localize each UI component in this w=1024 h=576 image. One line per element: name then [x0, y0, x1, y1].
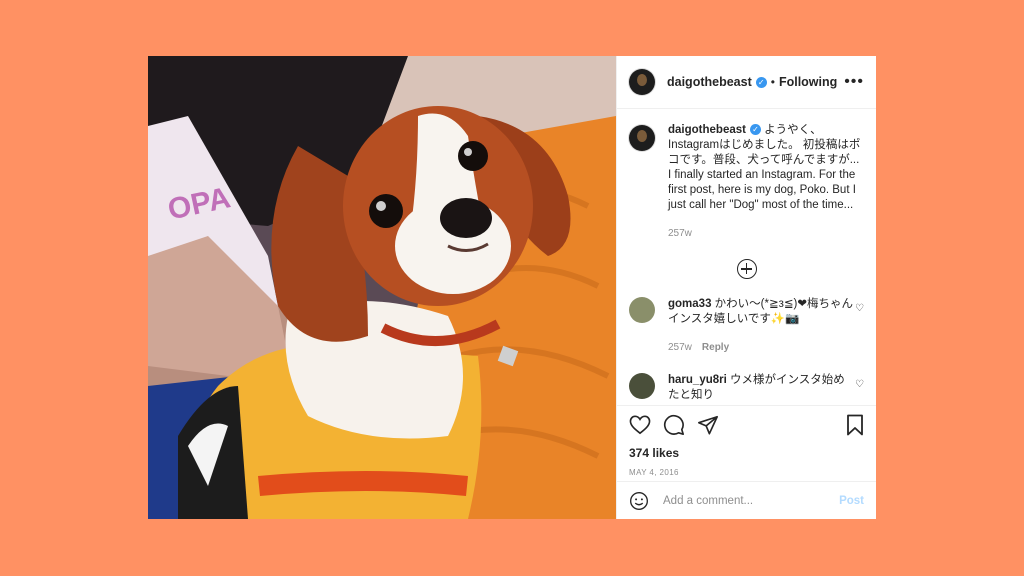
reply-button[interactable]: Reply [702, 342, 729, 353]
emoji-smiley-icon[interactable] [629, 491, 649, 511]
likes-count[interactable]: 374 likes [629, 446, 864, 460]
post-photo[interactable]: OPA [148, 56, 616, 519]
author-avatar[interactable] [629, 69, 655, 95]
caption-username[interactable]: daigothebeast [668, 124, 746, 136]
commenter-avatar[interactable] [629, 297, 655, 323]
add-comment-bar: Post [617, 481, 876, 519]
load-more-comments-icon[interactable] [736, 259, 757, 279]
post-date: MAY 4, 2016 [629, 468, 679, 477]
post-detail-panel: daigothebeast ✓ • Following ••• daigothe… [616, 56, 876, 519]
caption-age: 257w [668, 228, 692, 239]
post-comment-button[interactable]: Post [839, 495, 864, 507]
comment-like-heart-icon[interactable]: ♡ [855, 379, 864, 390]
commenter-avatar[interactable] [629, 373, 655, 399]
comment-like-heart-icon[interactable]: ♡ [855, 303, 864, 314]
comment-item: goma33 かわい〜(*≧з≦)❤梅ちゃんインスタ嬉しいです✨📷 257w Re… [629, 297, 864, 355]
following-button[interactable]: Following [779, 75, 837, 89]
share-paper-plane-icon[interactable] [697, 414, 719, 436]
commenter-username[interactable]: haru_yu8ri [668, 374, 727, 386]
comment-age: 257w [668, 342, 692, 353]
comment-input[interactable] [661, 493, 840, 508]
save-bookmark-icon[interactable] [846, 414, 864, 436]
post-header: daigothebeast ✓ • Following ••• [617, 56, 876, 109]
caption-avatar[interactable] [629, 125, 655, 151]
comments-section: daigothebeast ✓ ようやく、Instagramはじめました。 初投稿… [617, 109, 876, 405]
more-options-icon[interactable]: ••• [844, 73, 864, 91]
separator-dot: • [770, 75, 775, 89]
instagram-post: OPA daigothebeast ✓ • Following ••• daig… [148, 56, 876, 519]
comment-bubble-icon[interactable] [663, 414, 685, 436]
comment-item: haru_yu8ri ウメ様がインスタ始めたと知り ♡ [629, 373, 864, 403]
author-username[interactable]: daigothebeast [667, 75, 752, 89]
dog-photo-image: OPA [148, 56, 616, 519]
verified-badge-icon: ✓ [755, 76, 767, 88]
like-heart-icon[interactable] [629, 415, 651, 435]
commenter-username[interactable]: goma33 [668, 298, 711, 310]
caption-text: ようやく、Instagramはじめました。 初投稿はポコです。普段、犬って呼んで… [668, 124, 861, 211]
post-caption: daigothebeast ✓ ようやく、Instagramはじめました。 初投稿… [629, 123, 864, 241]
verified-badge-icon: ✓ [749, 124, 761, 136]
